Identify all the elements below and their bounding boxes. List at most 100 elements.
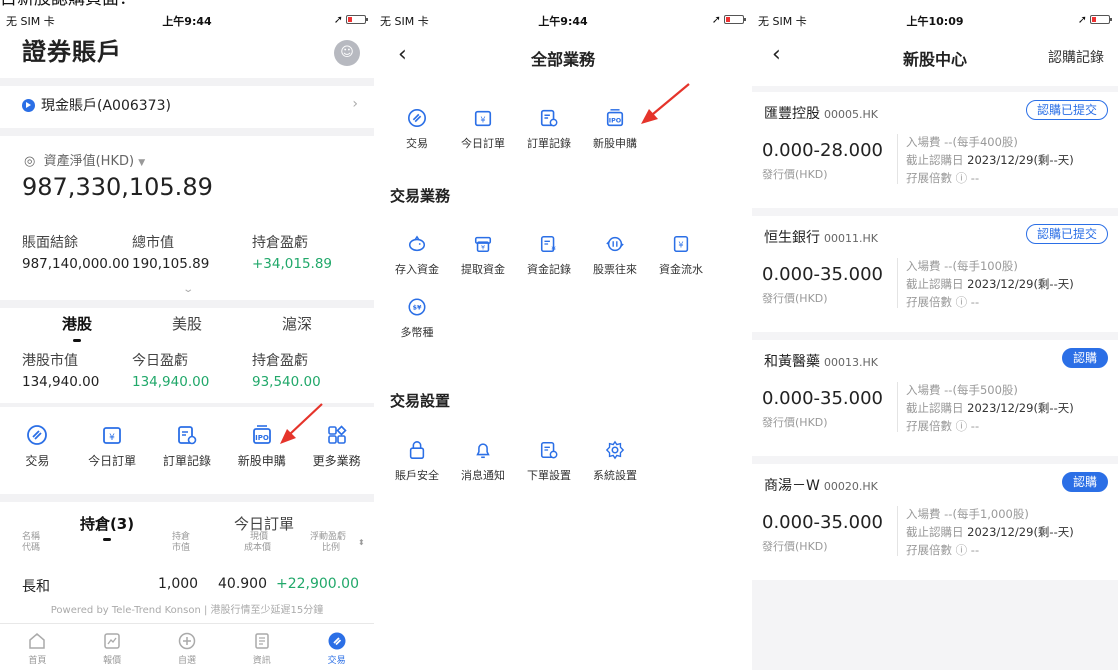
cash-flow-button[interactable]: ¥ 資金流水 <box>648 232 714 277</box>
page-title: 證券賬戶 <box>22 38 122 66</box>
home-icon <box>29 633 46 649</box>
ipo-card[interactable]: 恒生銀行 00011.HK 認購已提交 0.000-35.000 發行價(HKD)… <box>752 216 1118 332</box>
nav-bar: ‹ 新股中心 認購記錄 <box>752 28 1118 86</box>
section-trade-business: 交易業務 <box>390 187 451 205</box>
account-label: 現金賬戶(A006373) <box>41 98 171 114</box>
tab-news[interactable]: 資訊 <box>232 624 292 670</box>
issue-price-label: 發行價(HKD) <box>762 292 828 305</box>
issue-price-label: 發行價(HKD) <box>762 416 828 429</box>
deadline-value: 2023/12/29(剩--天) <box>967 525 1074 539</box>
sort-icon[interactable]: ⬍ <box>358 537 365 548</box>
lock-icon <box>405 438 429 462</box>
market-tabs: 港股 美股 滬深 <box>22 313 352 342</box>
subscription-record-link[interactable]: 認購記錄 <box>1048 47 1104 67</box>
order-settings-icon <box>537 438 561 462</box>
ipo-card[interactable]: 商湯－W 00020.HK 認購 0.000-35.000 發行價(HKD) 入場… <box>752 464 1118 580</box>
stock-code: 00011.HK <box>824 232 878 245</box>
ipo-button[interactable]: IPO 新股申購 <box>582 106 648 151</box>
tab-hk[interactable]: 港股 <box>62 313 92 342</box>
deposit-button[interactable]: 存入資金 <box>384 232 450 277</box>
fund-record-icon: ¥ <box>537 232 561 256</box>
order-record-icon <box>175 423 199 447</box>
quote-icon <box>104 633 120 649</box>
withdraw-icon: ¥ <box>471 232 495 256</box>
tab-quote[interactable]: 報價 <box>82 624 142 670</box>
fund-record-button[interactable]: ¥ 資金記錄 <box>516 232 582 277</box>
multi-currency-icon: $¥ <box>405 295 429 319</box>
tab-trade[interactable]: 交易 <box>307 624 367 670</box>
tab-sh-sz[interactable]: 滬深 <box>282 313 312 334</box>
quick-order-record-button[interactable]: 訂單記錄 <box>152 423 222 469</box>
gear-icon <box>603 438 627 462</box>
tab-us[interactable]: 美股 <box>172 313 202 334</box>
stock-name: 匯豐控股 <box>764 106 820 122</box>
deadline-label: 截止認購日 <box>906 153 964 167</box>
ipo-center-screen: 无 SIM 卡 上午10:09 ➚ ‹ 新股中心 認購記錄 匯豐控股 00005.… <box>752 10 1118 670</box>
tab-today-orders[interactable]: 今日訂單 <box>234 513 294 534</box>
bell-icon <box>471 438 495 462</box>
stock-name: 和黃醫藥 <box>764 354 820 370</box>
svg-text:IPO: IPO <box>255 434 269 442</box>
ipo-icon: IPO <box>603 106 627 130</box>
deadline-label: 截止認購日 <box>906 525 964 539</box>
location-icon: ➚ <box>1077 13 1087 26</box>
svg-text:$¥: $¥ <box>413 305 422 312</box>
svg-text:¥: ¥ <box>480 115 485 125</box>
chevron-down-icon[interactable]: ▼ <box>138 158 145 168</box>
order-settings-button[interactable]: 下單設置 <box>516 438 582 483</box>
stock-name: 恒生銀行 <box>764 230 820 246</box>
withdraw-button[interactable]: ¥ 提取資金 <box>450 232 516 277</box>
margin-multiple: 孖展倍數 ⓘ -- <box>906 419 980 433</box>
today-order-button[interactable]: ¥ 今日訂單 <box>450 106 516 151</box>
cash-flow-icon: ¥ <box>669 232 693 256</box>
subscribe-button[interactable]: 認購 <box>1061 348 1108 368</box>
powered-by-text: Powered by Tele-Trend Konson | 港股行情至少延遲1… <box>50 605 324 616</box>
expand-chevron-icon[interactable]: ⌄ <box>182 284 194 295</box>
account-selector[interactable]: 現金賬戶(A006373) <box>22 95 171 115</box>
notification-button[interactable]: 消息通知 <box>450 438 516 483</box>
eye-icon[interactable]: ◎ <box>24 154 35 169</box>
stock-code: 00020.HK <box>823 480 878 493</box>
status-bar: 无 SIM 卡 上午9:44 ➚ <box>0 10 374 28</box>
book-balance-value: 987,140,000.00 <box>22 256 130 272</box>
tab-positions[interactable]: 持倉(3) <box>80 513 134 541</box>
deadline-value: 2023/12/29(剩--天) <box>967 277 1074 291</box>
issue-price-label: 發行價(HKD) <box>762 168 828 181</box>
plus-circle-icon <box>178 632 196 650</box>
quick-action-row: 交易 ¥ 今日訂單 訂單記錄 IPO 新股申購 更多業務 <box>0 423 374 469</box>
trade-button[interactable]: 交易 <box>384 106 450 151</box>
subscribe-button[interactable]: 認購 <box>1061 472 1108 492</box>
entry-fee: 入場費 --(每手1,000股) <box>906 507 1029 521</box>
caption-text: 目新股認購頁面： <box>0 0 136 8</box>
quick-today-order-button[interactable]: ¥ 今日訂單 <box>77 423 147 469</box>
tab-watchlist[interactable]: 自選 <box>157 624 217 670</box>
margin-multiple: 孖展倍數 ⓘ -- <box>906 543 980 557</box>
entry-fee: 入場費 --(每手500股) <box>906 383 1018 397</box>
tab-home[interactable]: 首頁 <box>7 624 67 670</box>
order-record-button[interactable]: 訂單記錄 <box>516 106 582 151</box>
stock-transfer-button[interactable]: 股票往來 <box>582 232 648 277</box>
bottom-tab-bar: 首頁 報價 自選 資訊 交易 <box>0 623 374 670</box>
multi-currency-button[interactable]: $¥ 多幣種 <box>384 295 450 340</box>
avatar[interactable]: ☺ <box>334 40 360 66</box>
account-icon <box>22 98 35 112</box>
quick-ipo-button[interactable]: IPO 新股申購 <box>227 423 297 469</box>
quick-trade-button[interactable]: 交易 <box>2 423 72 469</box>
ipo-card[interactable]: 匯豐控股 00005.HK 認購已提交 0.000-28.000 發行價(HKD)… <box>752 92 1118 208</box>
trade-icon <box>405 106 429 130</box>
issue-price: 0.000-35.000 <box>762 512 884 533</box>
status-badge[interactable]: 認購已提交 <box>1025 224 1108 244</box>
svg-text:¥: ¥ <box>678 240 683 250</box>
deadline-value: 2023/12/29(剩--天) <box>967 153 1074 167</box>
account-security-button[interactable]: 賬戶安全 <box>384 438 450 483</box>
net-asset-label[interactable]: ◎ 資產淨值(HKD) ▼ <box>24 150 145 169</box>
ipo-icon: IPO <box>250 423 274 447</box>
chevron-right-icon[interactable]: › <box>352 96 358 112</box>
quick-more-button[interactable]: 更多業務 <box>302 423 372 469</box>
svg-text:¥: ¥ <box>551 244 556 253</box>
system-settings-button[interactable]: 系統設置 <box>582 438 648 483</box>
status-badge[interactable]: 認購已提交 <box>1025 100 1108 120</box>
ipo-card[interactable]: 和黃醫藥 00013.HK 認購 0.000-35.000 發行價(HKD) 入場… <box>752 340 1118 456</box>
today-order-icon: ¥ <box>471 106 495 130</box>
page-title: 全部業務 <box>530 50 595 69</box>
